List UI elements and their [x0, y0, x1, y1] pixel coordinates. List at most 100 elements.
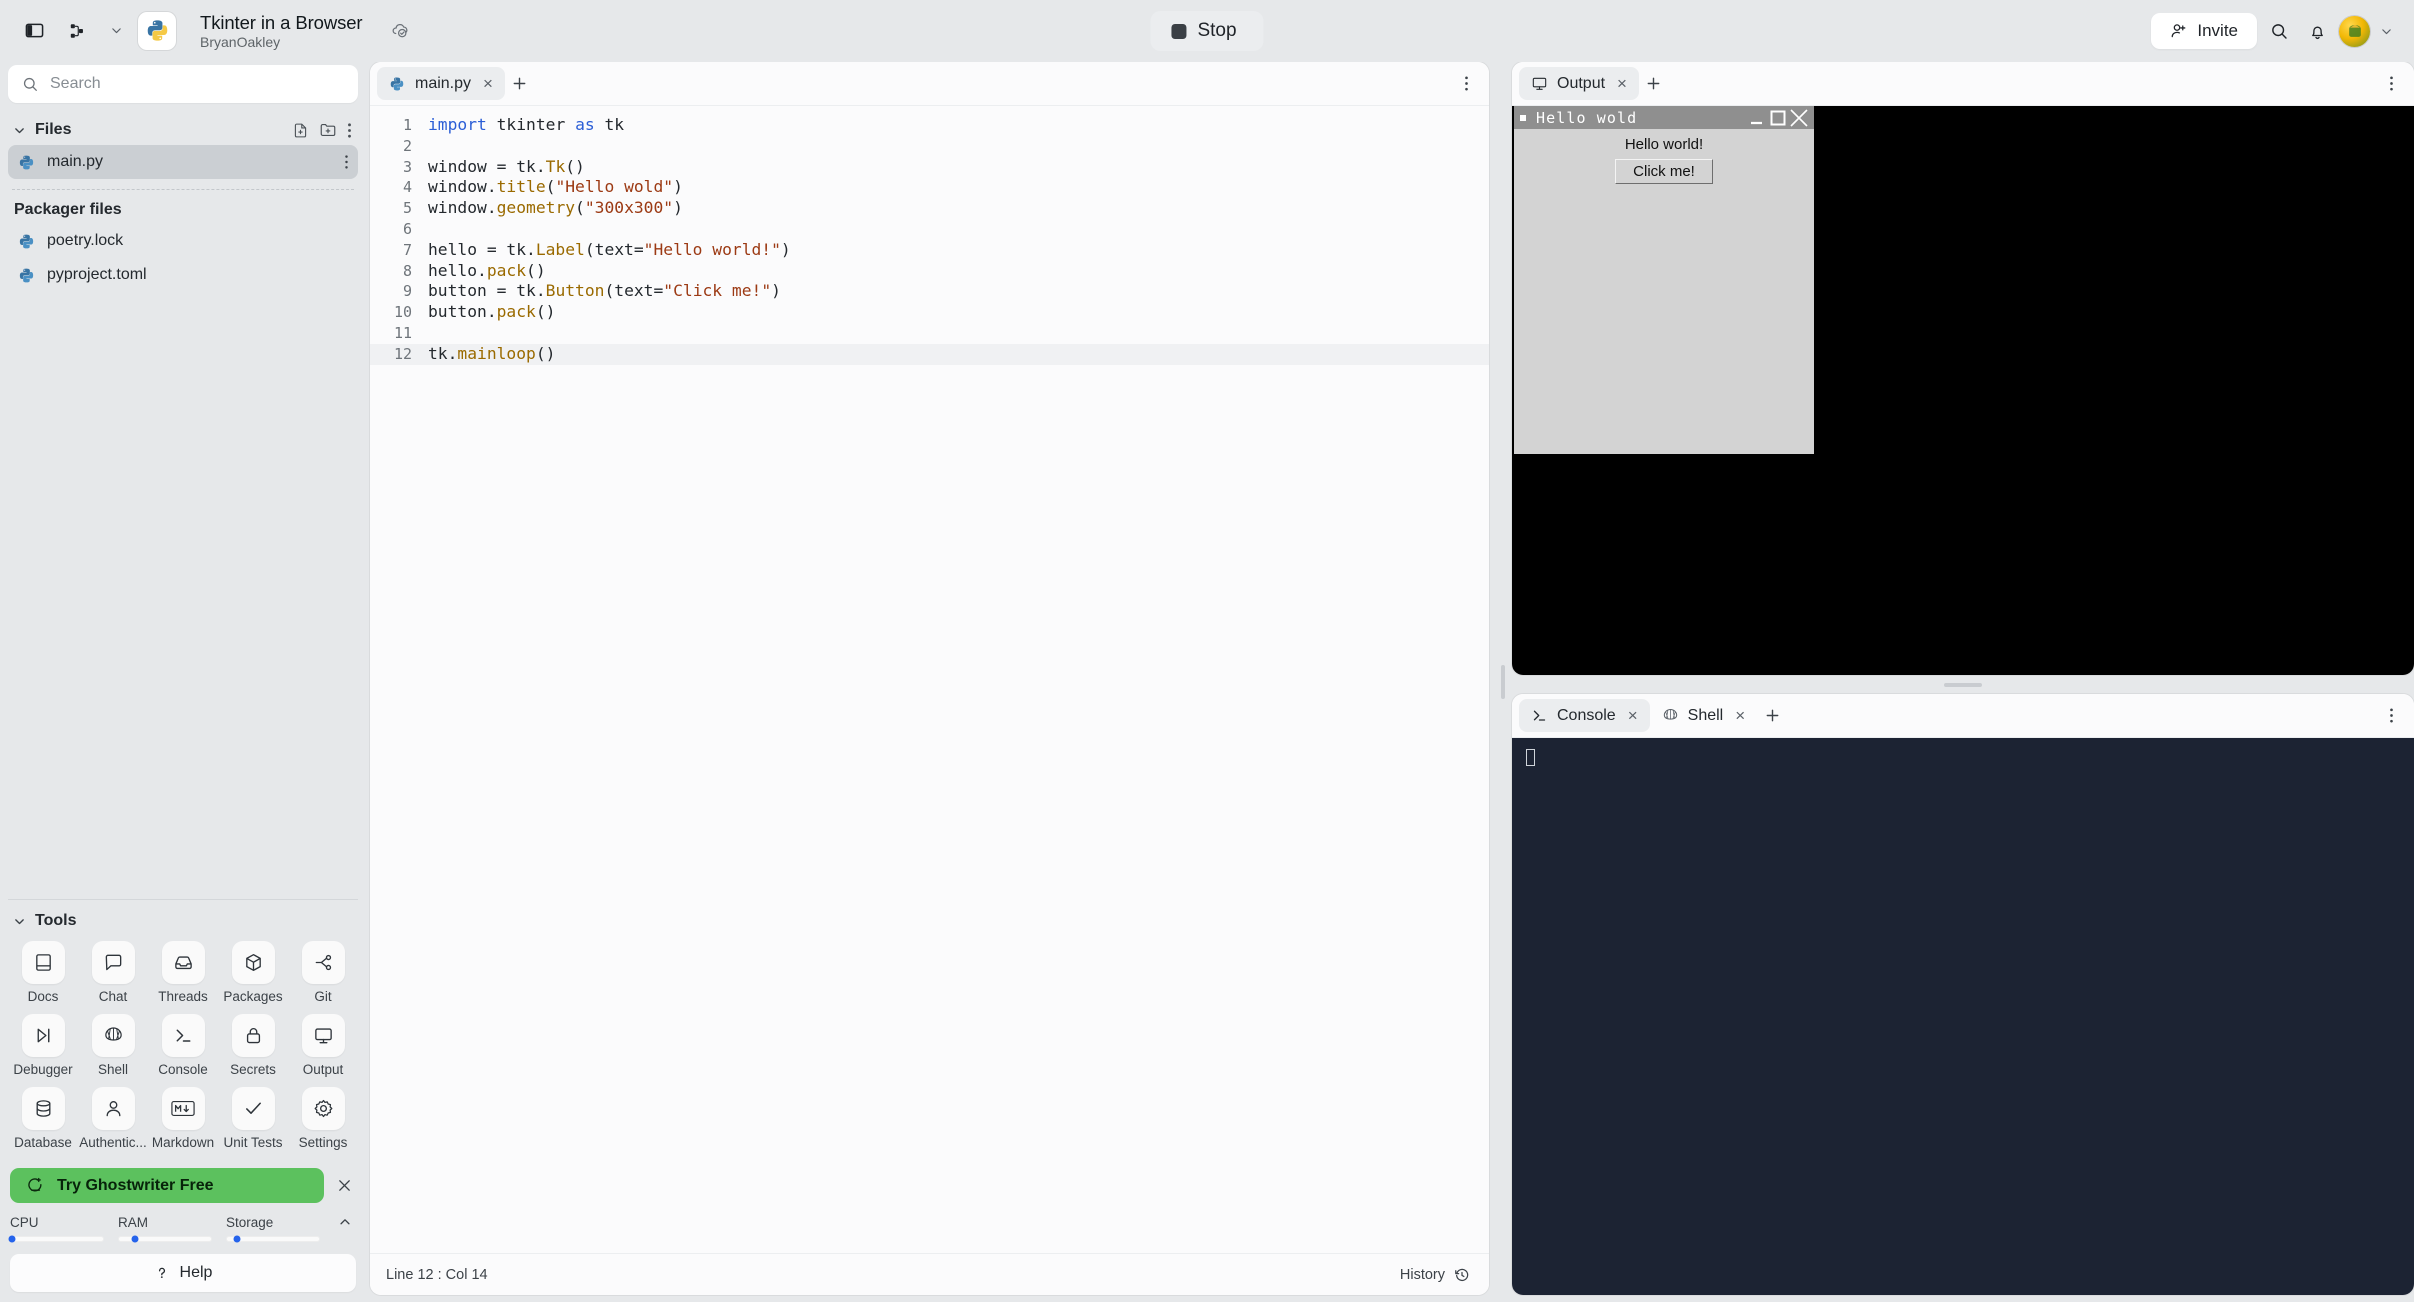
tool-secrets[interactable]: Secrets	[218, 1013, 288, 1081]
tool-unit-tests[interactable]: Unit Tests	[218, 1086, 288, 1154]
invite-button[interactable]: Invite	[2151, 13, 2257, 49]
history-label: History	[1399, 1266, 1445, 1283]
tkinter-titlebar[interactable]: Hello wold	[1514, 106, 1814, 129]
tab-close-icon[interactable]: ×	[1617, 75, 1627, 92]
file-item-poetry-lock[interactable]: poetry.lock	[8, 224, 358, 258]
tab-main-py[interactable]: main.py ×	[377, 67, 505, 100]
vertical-splitter[interactable]	[1494, 62, 1512, 1302]
tool-settings[interactable]: Settings	[288, 1086, 358, 1154]
new-file-icon[interactable]	[292, 122, 309, 139]
line-number: 2	[402, 136, 412, 155]
tab-close-icon[interactable]: ×	[1628, 707, 1638, 724]
code-line[interactable]: 4 window.title("Hello wold")	[370, 177, 1489, 198]
tab-close-icon[interactable]: ×	[1735, 707, 1745, 724]
code-lines[interactable]: 1 import tkinter as tk 2 3 window = tk.Tk() 4…	[370, 106, 1489, 365]
horizontal-splitter[interactable]	[1512, 675, 2414, 694]
new-folder-icon[interactable]	[319, 121, 337, 139]
sidebar-panel-icon[interactable]	[18, 15, 50, 47]
tool-chat[interactable]: Chat	[78, 940, 148, 1008]
meter-label: Storage	[226, 1215, 274, 1230]
history-button[interactable]: History	[1400, 1267, 1470, 1283]
replit-workspace: Tkinter in a Browser BryanOakley Stop In…	[0, 0, 2414, 1302]
help-button[interactable]: Help	[10, 1254, 356, 1292]
avatar[interactable]	[2339, 15, 2370, 47]
step-over-icon	[21, 1014, 65, 1057]
tkinter-window[interactable]: Hello wold Hello world! Click me!	[1514, 106, 1814, 454]
bell-icon[interactable]	[2301, 15, 2333, 47]
tool-authentication[interactable]: Authentic...	[78, 1086, 148, 1154]
python-file-icon	[18, 233, 35, 250]
files-more-vertical-icon[interactable]	[347, 122, 352, 139]
code-line[interactable]: 9 button = tk.Button(text="Click me!")	[370, 281, 1489, 302]
tool-docs[interactable]: Docs	[8, 940, 78, 1008]
tool-packages[interactable]: Packages	[218, 940, 288, 1008]
code-line[interactable]: 6	[370, 219, 1489, 240]
files-chevron-down-icon[interactable]	[13, 124, 26, 137]
code-line[interactable]: 3 window = tk.Tk()	[370, 157, 1489, 178]
code-editor[interactable]: 1 import tkinter as tk 2 3 window = tk.Tk() 4…	[370, 106, 1489, 1253]
tool-label: Settings	[298, 1135, 348, 1150]
tool-label: Markdown	[151, 1135, 215, 1150]
window-menu-icon[interactable]	[1520, 114, 1526, 121]
stop-button[interactable]: Stop	[1150, 11, 1264, 51]
output-more-vertical-icon[interactable]	[2376, 69, 2406, 99]
try-ghostwriter-button[interactable]: Try Ghostwriter Free	[10, 1168, 324, 1203]
new-tab-plus-icon[interactable]	[505, 69, 535, 99]
meter-track[interactable]	[118, 1235, 212, 1243]
vnc-display[interactable]: Hello wold Hello world! Click me!	[1512, 106, 2414, 675]
tab-console[interactable]: Console ×	[1519, 699, 1650, 732]
tool-console[interactable]: Console	[148, 1013, 218, 1081]
tool-threads[interactable]: Threads	[148, 940, 218, 1008]
new-tab-plus-icon[interactable]	[1639, 69, 1669, 99]
close-icon[interactable]	[332, 1178, 356, 1193]
code-line[interactable]: 11	[370, 323, 1489, 344]
person-plus-icon	[2170, 22, 2188, 40]
cloud-check-icon[interactable]	[391, 21, 410, 40]
file-more-vertical-icon[interactable]	[344, 154, 349, 170]
code-line[interactable]: 5 window.geometry("300x300")	[370, 198, 1489, 219]
search-box[interactable]	[8, 65, 358, 103]
cursor-position: Line 12 : Col 14	[386, 1266, 488, 1283]
tool-output[interactable]: Output	[288, 1013, 358, 1081]
code-line[interactable]: 2	[370, 136, 1489, 157]
new-tab-plus-icon[interactable]	[1757, 701, 1787, 731]
tab-shell[interactable]: Shell ×	[1650, 699, 1758, 732]
splitter-grip	[1944, 682, 1982, 687]
tkinter-click-me-button[interactable]: Click me!	[1615, 159, 1713, 184]
code-line[interactable]: 1 import tkinter as tk	[370, 115, 1489, 136]
project-chevron-down-icon[interactable]	[106, 17, 126, 45]
tool-debugger[interactable]: Debugger	[8, 1013, 78, 1081]
minimize-icon[interactable]	[1746, 108, 1768, 128]
line-number: 9	[402, 282, 412, 301]
tab-label: main.py	[415, 74, 472, 92]
line-number: 7	[402, 240, 412, 259]
code-line[interactable]: 8 hello.pack()	[370, 261, 1489, 282]
tab-output[interactable]: Output ×	[1519, 67, 1639, 100]
lock-icon	[231, 1014, 275, 1057]
editor-more-vertical-icon[interactable]	[1451, 69, 1481, 99]
chevron-up-icon[interactable]	[334, 1215, 356, 1231]
search-input[interactable]	[50, 75, 344, 93]
tool-database[interactable]: Database	[8, 1086, 78, 1154]
file-item-pyproject-toml[interactable]: pyproject.toml	[8, 258, 358, 292]
file-item-main-py[interactable]: main.py	[8, 145, 358, 179]
tool-git[interactable]: Git	[288, 940, 358, 1008]
meter-track[interactable]	[226, 1235, 320, 1243]
tool-shell[interactable]: Shell	[78, 1013, 148, 1081]
console-output[interactable]	[1512, 738, 2414, 1295]
maximize-icon[interactable]	[1768, 108, 1788, 128]
console-more-vertical-icon[interactable]	[2376, 701, 2406, 731]
tool-markdown[interactable]: Markdown	[148, 1086, 218, 1154]
search-icon[interactable]	[2263, 15, 2295, 47]
tab-label: Shell	[1687, 706, 1724, 724]
close-icon[interactable]	[1788, 108, 1810, 128]
code-line[interactable]: 10 button.pack()	[370, 302, 1489, 323]
tkinter-window-buttons	[1746, 108, 1810, 128]
git-branch-icon[interactable]	[62, 15, 94, 47]
code-line[interactable]: 7 hello = tk.Label(text="Hello world!")	[370, 240, 1489, 261]
tools-chevron-down-icon[interactable]	[13, 915, 26, 928]
code-line[interactable]: 12 tk.mainloop()	[370, 343, 1489, 365]
meter-track[interactable]	[8, 1235, 104, 1243]
tab-close-icon[interactable]: ×	[483, 75, 493, 92]
avatar-chevron-down-icon[interactable]	[2376, 17, 2396, 45]
